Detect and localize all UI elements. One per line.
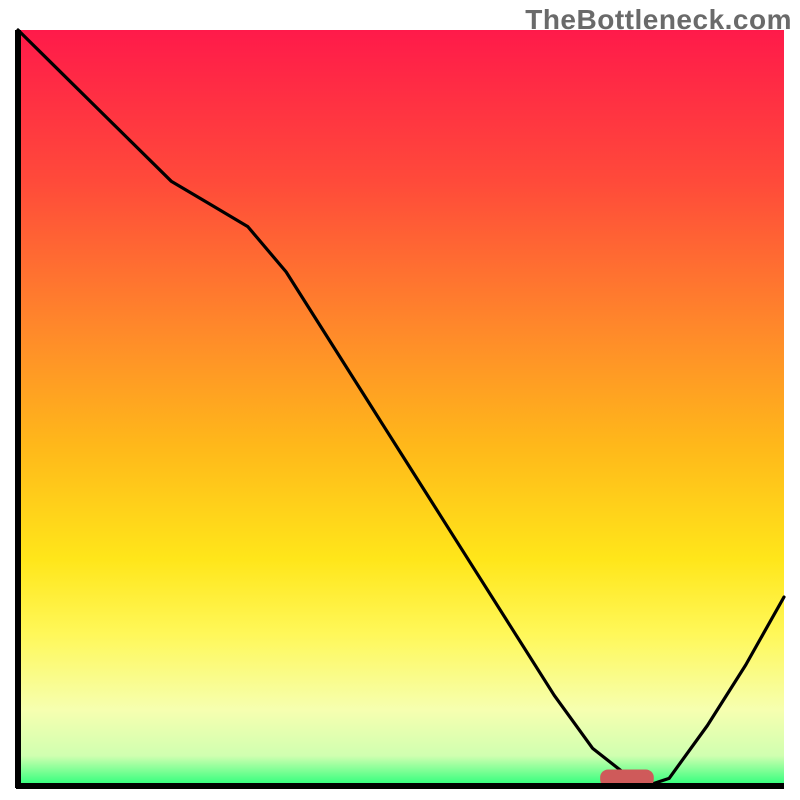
chart-svg	[0, 0, 800, 800]
chart-container: TheBottleneck.com	[0, 0, 800, 800]
